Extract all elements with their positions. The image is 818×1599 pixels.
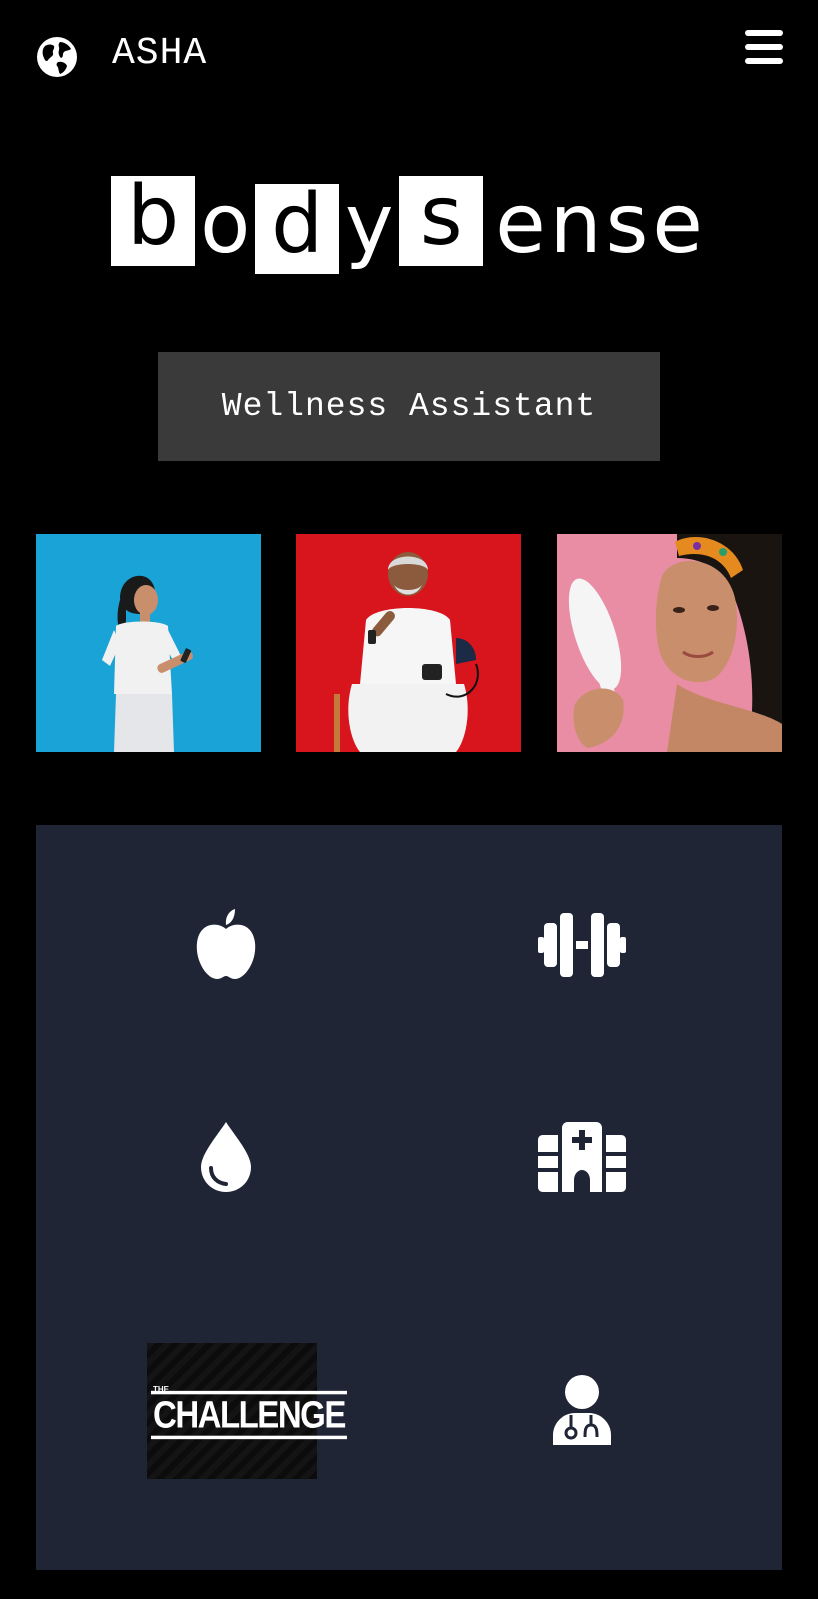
brand-name: ASHA [112,32,208,75]
globe-icon[interactable] [36,36,78,78]
hydration-tile[interactable] [176,1107,276,1207]
challenge-tile[interactable]: THE CHALLENGE [147,1343,347,1479]
water-drop-icon [201,1122,251,1192]
fitness-tile[interactable] [532,895,632,995]
feature-panel: THE CHALLENGE [36,825,782,1570]
photo-woman-using-phone[interactable] [36,534,261,752]
nutrition-tile[interactable] [176,895,276,995]
wellness-assistant-button[interactable]: Wellness Assistant [158,352,660,461]
photo-man-with-blood-pressure-monitor[interactable] [296,534,521,752]
challenge-label-large: CHALLENGE [151,1390,347,1440]
apple-icon [196,909,256,979]
bodysense-logo: b o d y s ense [0,176,818,286]
dumbbell-icon [538,913,626,977]
logo-letter: o [200,177,251,272]
logo-letter: s [399,176,484,266]
doctor-icon [553,1375,611,1445]
hospital-tile[interactable] [532,1107,632,1207]
logo-letter: b [111,176,196,266]
doctor-tile[interactable] [532,1355,632,1465]
photo-woman-with-mirror[interactable] [557,534,782,752]
hospital-icon [538,1122,626,1192]
app-header: ASHA [0,0,818,110]
logo-letter: d [255,184,340,274]
logo-letter: ense [495,177,707,272]
logo-letter: y [344,177,394,272]
hamburger-menu-icon[interactable] [745,30,783,66]
